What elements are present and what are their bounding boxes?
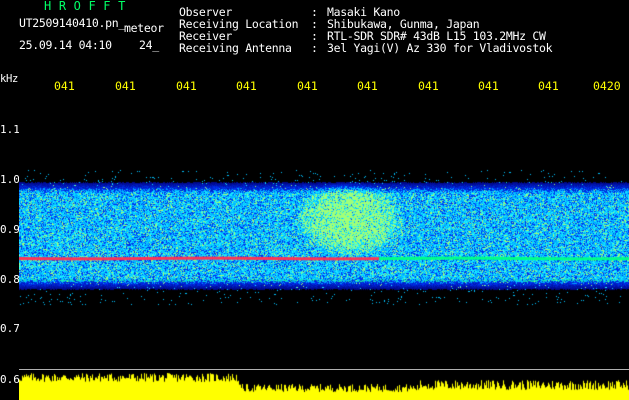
frequency-tick: 0.7: [0, 322, 20, 335]
station-info-labels: Observer Receiving Location Receiver Rec…: [179, 5, 299, 55]
time-tick: 041: [236, 79, 257, 93]
time-tick: 041: [54, 79, 75, 93]
signal-level-bar: [19, 371, 629, 400]
filename: UT2509140410.pn_: [19, 16, 125, 30]
time-tick: 041: [538, 79, 559, 93]
frequency-unit-label: kHz: [0, 73, 19, 85]
station-info-values: Masaki Kano Shibukawa, Gunma, Japan RTL-…: [327, 5, 553, 55]
time-tick: 041: [176, 79, 197, 93]
spectrogram-canvas: [19, 95, 629, 373]
frequency-tick: 1.0: [0, 173, 20, 186]
time-tick: 041: [115, 79, 136, 93]
time-tick: 041: [297, 79, 318, 93]
frame-number: 24_: [139, 38, 159, 52]
time-tick: 041: [478, 79, 499, 93]
signal-type-label: meteor: [124, 21, 164, 35]
time-tick: 041: [418, 79, 439, 93]
time-tick: 0420: [593, 79, 621, 93]
frequency-tick: 0.9: [0, 223, 20, 236]
time-tick: 041: [357, 79, 378, 93]
frequency-tick: 1.1: [0, 123, 20, 136]
baseline-divider: [19, 369, 629, 370]
hrofft-display: HROFFT UT2509140410.pn_ meteor 25.09.14 …: [0, 0, 629, 400]
app-title: HROFFT: [44, 0, 133, 13]
frequency-tick: 0.8: [0, 273, 20, 286]
station-info-colons: : : : :: [311, 5, 318, 55]
datetime-label: 25.09.14 04:10: [19, 38, 112, 52]
spectrogram-area: [19, 95, 629, 373]
frequency-tick: 0.6: [0, 373, 20, 386]
